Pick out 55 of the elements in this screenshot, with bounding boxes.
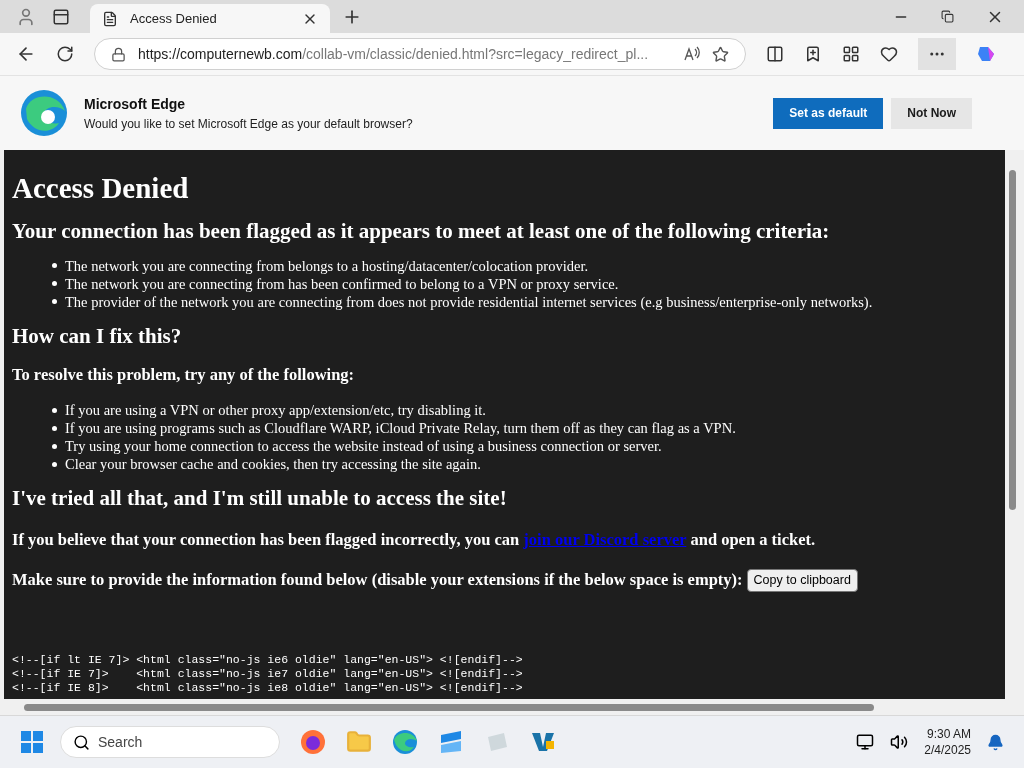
- bullet-icon: [52, 425, 57, 431]
- infobar-button[interactable]: Set as default: [773, 97, 884, 129]
- infobar-message: Would you like to set Microsoft Edge as your default browser?: [84, 115, 414, 133]
- collections-icon[interactable]: [842, 45, 860, 63]
- list-item: Clear your browser cache and cookies, then try accessing the site again.: [65, 455, 481, 474]
- profile-icon[interactable]: [16, 6, 36, 27]
- fix-heading: How can I fix this?: [12, 322, 183, 349]
- favorite-icon[interactable]: [712, 45, 729, 63]
- page-icon: [102, 10, 118, 27]
- bullet-icon: [52, 443, 57, 449]
- favorites-icon[interactable]: [804, 45, 822, 63]
- bullet-icon: [52, 461, 57, 467]
- restore-icon[interactable]: [941, 10, 954, 23]
- copy-button[interactable]: Copy to clipboard: [746, 569, 858, 593]
- infobar-button[interactable]: Not Now: [891, 97, 972, 129]
- infobar-title: Microsoft Edge: [84, 94, 187, 114]
- page-title: Access Denied: [12, 171, 190, 206]
- info-text: Make sure to provide the information found below (disable your extensions if the below space is empty):: [12, 569, 743, 592]
- list-item: The network you are connecting from belongs to a hosting/datacenter/colocation provider.: [65, 256, 589, 275]
- clock-time[interactable]: 9:30 AM: [926, 726, 971, 742]
- refresh-icon[interactable]: [56, 45, 74, 63]
- split-screen-icon[interactable]: [766, 45, 784, 63]
- lock-icon: [111, 46, 126, 62]
- bullet-icon: [52, 263, 57, 268]
- criteria-heading: Your connection has been flagged as it appears to meet at least one of the following criteria:: [12, 218, 831, 245]
- list-item: The provider of the network you are connecting from does not provide residential internet services (e.g business/enterprise-only networks).: [65, 292, 873, 311]
- code-line: <!--[if IE 7]> <html class="no-js ie7 oldie" lang="en-US"> <![endif]-->: [12, 667, 524, 681]
- volume-icon[interactable]: [890, 733, 909, 751]
- edge-logo-icon: [20, 89, 68, 137]
- network-icon[interactable]: [856, 733, 875, 751]
- tab-actions-icon[interactable]: [52, 7, 70, 26]
- list-item: Try using your home connection to access the website instead of using a business connection or server.: [65, 437, 662, 456]
- code-line: <!--[if lt IE 7]> <html class="no-js ie6 oldie" lang="en-US"> <![endif]-->: [12, 653, 524, 667]
- search-icon: [73, 733, 90, 751]
- start-icon[interactable]: [20, 730, 44, 754]
- bullet-icon: [52, 299, 57, 304]
- code-line: <!--[if IE 8]> <html class="no-js ie8 oldie" lang="en-US"> <![endif]-->: [12, 681, 524, 695]
- list-item: If you are using a VPN or other proxy app/extension/etc, try disabling it.: [65, 401, 486, 420]
- bullet-icon: [52, 281, 57, 286]
- notification-icon[interactable]: [987, 733, 1004, 751]
- firefox-icon[interactable]: [300, 729, 326, 755]
- flagged-paragraph: If you believe that your connection has been flagged incorrectly, you can join our Discord server and open a ticket.: [12, 528, 817, 551]
- performance-icon[interactable]: [880, 45, 898, 63]
- clock-date[interactable]: 2/4/2025: [924, 742, 971, 758]
- bullet-icon: [52, 407, 57, 413]
- still-heading: I've tried all that, and I'm still unable to access the site!: [12, 485, 508, 512]
- edge-icon[interactable]: [392, 729, 418, 755]
- browser-tab[interactable]: Access Denied: [90, 4, 330, 33]
- list-item: If you are using programs such as Cloudflare WARP, iCloud Private Relay, turn them off as they can flag as a VPN.: [65, 419, 736, 438]
- search-field[interactable]: Search: [60, 726, 280, 758]
- fix-subheading: To resolve this problem, try any of the following:: [12, 364, 356, 386]
- read-aloud-icon[interactable]: [684, 46, 700, 62]
- app-icon[interactable]: [438, 729, 464, 755]
- list-item: The network you are connecting from has been confirmed to belong to a VPN or proxy service.: [65, 274, 619, 293]
- address-field[interactable]: https://computernewb.com/collab-vm/classic/denied.html?src=legacy_redirect_pl...: [94, 38, 746, 70]
